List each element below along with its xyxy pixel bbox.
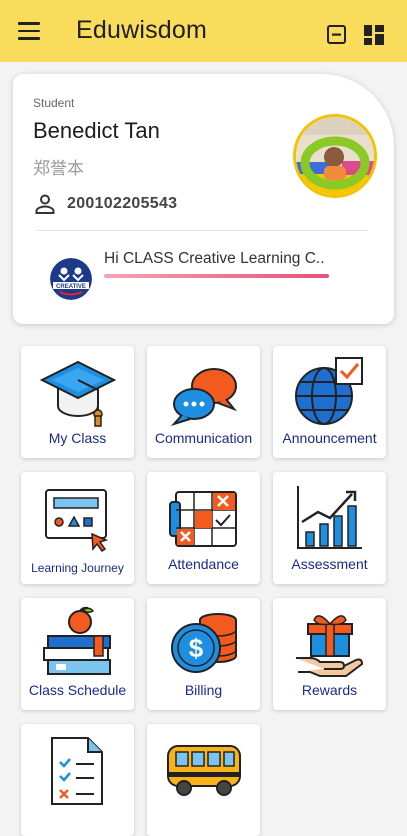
hamburger-menu-icon[interactable] [18,22,40,40]
school-logo-text: CREATIVE [56,284,86,290]
school-underline-bar [104,274,329,278]
tile-label: Announcement [282,430,377,446]
dashboard-grid-icon[interactable] [363,24,385,46]
person-icon [35,194,55,214]
student-name: Benedict Tan [33,118,160,143]
student-card[interactable]: Student Benedict Tan 郑誉本 200102205543 CR… [13,74,394,324]
tile-assessment[interactable]: Assessment [273,472,386,584]
app-title: Eduwisdom [76,16,208,44]
tile-my-class[interactable]: My Class [21,346,134,458]
books-apple-icon [43,606,111,675]
student-id-row: 200102205543 [33,192,177,216]
tile-communication[interactable]: Communication [147,346,260,458]
school-bus-icon [167,745,241,796]
student-avatar[interactable] [293,114,377,198]
tile-learning-journey[interactable]: Learning Journey [21,472,134,584]
tile-label: Learning Journey [31,561,124,575]
attendance-calendar-icon [169,491,237,547]
tile-label: Class Schedule [28,682,127,698]
app-bar: Eduwisdom [0,0,407,62]
school-logo: CREATIVE [50,258,92,300]
tile-label: Communication [154,430,253,446]
tile-attendance[interactable]: Attendance [147,472,260,584]
globe-checkbox-icon [295,357,363,425]
gift-hand-icon [296,615,364,677]
school-name: Hi CLASS Creative Learning C.. [104,250,325,267]
student-role-label: Student [33,96,75,110]
svg-text:$: $ [189,633,204,663]
card-divider [37,230,368,231]
student-id: 200102205543 [67,195,178,212]
tile-label: Assessment [291,556,368,572]
learning-board-icon [45,489,109,553]
chat-bubbles-icon [170,368,238,427]
tile-announcement[interactable]: Announcement [273,346,386,458]
tile-label: My Class [48,430,107,446]
graduation-cap-icon [40,360,116,427]
tile-label: Attendance [168,556,239,572]
tile-billing[interactable]: $ Billing [147,598,260,710]
tile-rewards[interactable]: Rewards [273,598,386,710]
tile-label: Billing [184,682,223,698]
minimize-square-icon[interactable] [326,24,348,46]
tile-checklist[interactable] [21,724,134,836]
tile-label: Rewards [301,682,358,698]
growth-chart-icon [297,486,362,549]
coins-dollar-icon: $ [171,613,237,673]
tile-school-bus[interactable] [147,724,260,836]
student-chinese-name: 郑誉本 [33,159,84,178]
checklist-document-icon [51,737,103,805]
tile-class-schedule[interactable]: Class Schedule [21,598,134,710]
